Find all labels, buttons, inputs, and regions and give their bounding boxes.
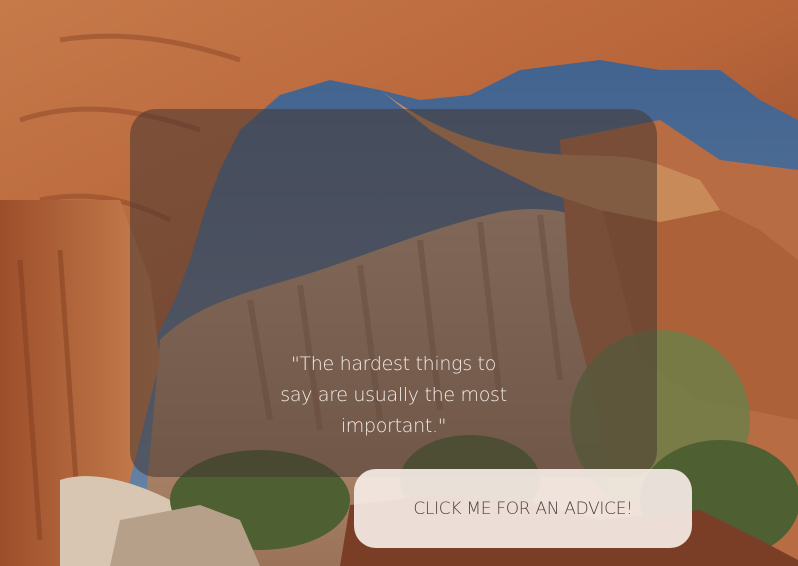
quote-card: "The hardest things to say are usually t… (130, 109, 692, 548)
quote-text: "The hardest things to say are usually t… (280, 353, 507, 437)
advice-button[interactable]: CLICK ME FOR AN ADVICE! (354, 469, 692, 548)
